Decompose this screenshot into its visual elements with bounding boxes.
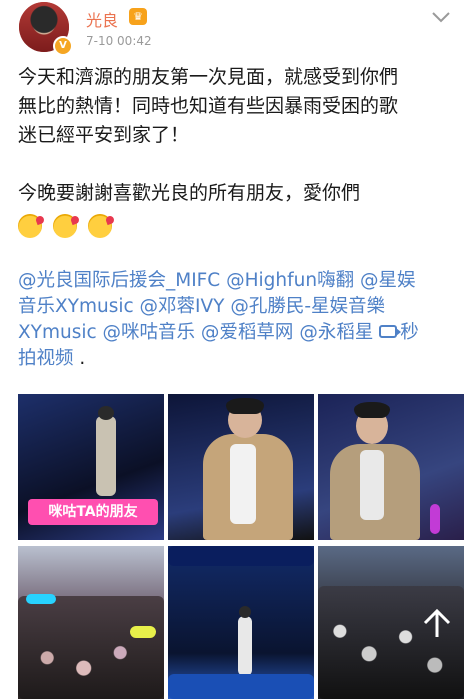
photo-thumbnail[interactable] — [18, 546, 164, 699]
photo-thumbnail[interactable] — [318, 394, 464, 540]
kiss-heart-emoji-icon — [18, 214, 42, 238]
photo-sign-text: 咪咕TA的朋友 — [28, 499, 158, 525]
video-icon — [379, 325, 402, 338]
mentions-block: @光良国际后援会_MIFC @Highfun嗨翻 @星娱 音乐XYmusic @… — [18, 268, 458, 372]
mention-text[interactable]: XYmusic @咪咕音乐 @爱稻草网 @永稻星 — [18, 322, 379, 343]
post-line: 今天和濟源的朋友第一次見面，就感受到你們 — [18, 66, 399, 88]
emoji-row — [18, 214, 118, 242]
user-name[interactable]: 光良 — [86, 7, 118, 31]
photo-thumbnail[interactable]: 咪咕TA的朋友 — [18, 394, 164, 540]
kiss-heart-emoji-icon — [53, 214, 78, 238]
mention-line[interactable]: 拍视频 . — [18, 346, 458, 372]
verified-badge-icon: V — [53, 36, 73, 56]
kiss-heart-emoji-icon — [88, 214, 113, 238]
post-line: 今晚要謝謝喜歡光良的所有朋友，愛你們 — [18, 182, 361, 204]
photo-thumbnail[interactable] — [168, 394, 314, 540]
vip-crown-icon: ♛ — [129, 8, 147, 25]
photo-grid: 咪咕TA的朋友 — [18, 394, 464, 699]
post-body: 今天和濟源的朋友第一次見面，就感受到你們 無比的熱情！同時也知道有些因暴雨受困的… — [18, 63, 458, 208]
post-line: 無比的熱情！同時也知道有些因暴雨受困的歌 — [18, 95, 399, 117]
mention-line[interactable]: @光良国际后援会_MIFC @Highfun嗨翻 @星娱 — [18, 268, 458, 294]
post-timestamp: 7-10 00:42 — [86, 34, 152, 48]
video-link[interactable]: 秒 — [400, 322, 419, 343]
post-header: V 光良 ♛ 7-10 00:42 — [0, 0, 467, 62]
post-line — [18, 150, 458, 179]
mention-line[interactable]: 音乐XYmusic @邓蓉IVY @孔勝民-星娱音樂 — [18, 294, 458, 320]
post-line: 迷已經平安到家了！ — [18, 124, 190, 146]
mention-line[interactable]: XYmusic @咪咕音乐 @爱稻草网 @永稻星 秒 — [18, 320, 458, 346]
video-link[interactable]: 拍视频 — [18, 348, 74, 369]
chevron-down-icon[interactable] — [430, 8, 452, 26]
photo-thumbnail[interactable] — [168, 546, 314, 699]
scroll-top-arrow-icon[interactable] — [420, 607, 454, 641]
trailing-text: . — [73, 348, 86, 369]
